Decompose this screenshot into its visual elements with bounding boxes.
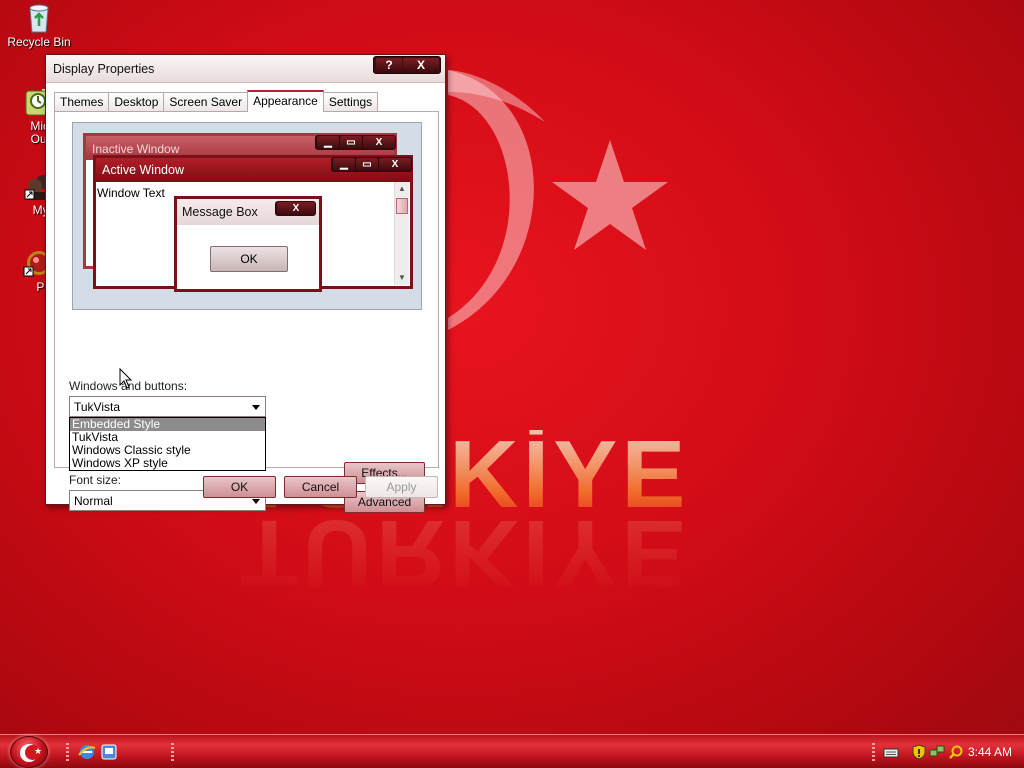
message-box-ok-button: OK xyxy=(210,246,288,272)
preview-scrollbar: ▲ ▼ xyxy=(394,182,409,285)
scroll-down-icon: ▼ xyxy=(398,273,406,282)
taskbar-grip[interactable] xyxy=(66,743,69,761)
dialog-titlebar[interactable]: Display Properties ? X xyxy=(46,55,445,83)
show-desktop-icon[interactable] xyxy=(100,743,118,761)
network-icon[interactable] xyxy=(929,744,945,760)
tab-appearance[interactable]: Appearance xyxy=(247,90,324,112)
dropdown-option[interactable]: Windows XP style xyxy=(70,457,265,470)
tab-screen-saver[interactable]: Screen Saver xyxy=(163,92,249,112)
security-shield-icon[interactable] xyxy=(911,744,927,760)
font-size-label: Font size: xyxy=(69,473,122,487)
close-icon: X xyxy=(379,158,411,171)
preview-message-box: Message Box X OK xyxy=(174,196,322,292)
tab-strip: Themes Desktop Screen Saver Appearance S… xyxy=(54,90,379,112)
close-button[interactable]: X xyxy=(403,58,439,72)
maximize-icon: ▭ xyxy=(340,136,362,149)
taskbar: ★ 3:44 AM xyxy=(0,734,1024,768)
help-button[interactable]: ? xyxy=(376,58,402,72)
titlebar-buttons: ? X xyxy=(373,56,441,74)
message-box-buttons: X xyxy=(275,201,316,216)
appearance-panel: Inactive Window ▁ ▭ X Active Window ▁ ▭ … xyxy=(54,111,439,513)
preview-inactive-buttons: ▁ ▭ X xyxy=(315,135,396,150)
scroll-thumb xyxy=(396,198,408,214)
font-size-value: Normal xyxy=(74,494,113,508)
taskbar-clock[interactable]: 3:44 AM xyxy=(968,745,1012,759)
recycle-bin-icon xyxy=(23,2,55,34)
apply-button[interactable]: Apply xyxy=(365,476,438,498)
star-icon: ★ xyxy=(34,746,43,756)
mouse-pointer-icon xyxy=(119,368,133,389)
preview-active-buttons: ▁ ▭ X xyxy=(331,157,412,172)
appearance-preview: Inactive Window ▁ ▭ X Active Window ▁ ▭ … xyxy=(72,122,422,310)
close-icon: X xyxy=(363,136,395,149)
desktop-icon-label: Recycle Bin xyxy=(7,35,71,49)
maximize-icon: ▭ xyxy=(356,158,378,171)
ok-button[interactable]: OK xyxy=(203,476,276,498)
keyboard-icon[interactable] xyxy=(883,744,899,760)
tab-desktop[interactable]: Desktop xyxy=(108,92,165,112)
internet-explorer-icon[interactable] xyxy=(78,743,96,761)
cancel-button[interactable]: Cancel xyxy=(284,476,357,498)
preview-window-text: Window Text xyxy=(97,186,165,200)
scroll-up-icon: ▲ xyxy=(398,184,406,193)
windows-buttons-value: TukVista xyxy=(74,400,121,414)
taskbar-grip[interactable] xyxy=(171,743,174,761)
minimize-icon: ▁ xyxy=(333,158,355,171)
preview-active-window: Active Window ▁ ▭ X Window Text ▲ ▼ Mess… xyxy=(93,155,413,292)
search-icon[interactable] xyxy=(948,744,964,760)
tray-grip[interactable] xyxy=(872,743,875,761)
start-button[interactable]: ★ xyxy=(10,736,48,768)
windows-buttons-select[interactable]: TukVista xyxy=(69,396,266,417)
close-icon: X xyxy=(277,202,315,215)
wallpaper-title-reflection: TÜRKİYE xyxy=(240,500,690,607)
minimize-icon: ▁ xyxy=(317,136,339,149)
desktop-icon-recycle-bin[interactable]: Recycle Bin xyxy=(0,2,78,49)
windows-buttons-dropdown: Embedded Style TukVista Windows Classic … xyxy=(69,417,266,471)
dialog-title: Display Properties xyxy=(53,62,155,76)
tab-settings[interactable]: Settings xyxy=(322,92,379,112)
chevron-down-icon[interactable] xyxy=(252,405,260,410)
display-properties-dialog: Display Properties ? X Themes Desktop Sc… xyxy=(45,54,446,513)
tab-themes[interactable]: Themes xyxy=(54,92,110,112)
chevron-down-icon[interactable] xyxy=(252,499,260,504)
